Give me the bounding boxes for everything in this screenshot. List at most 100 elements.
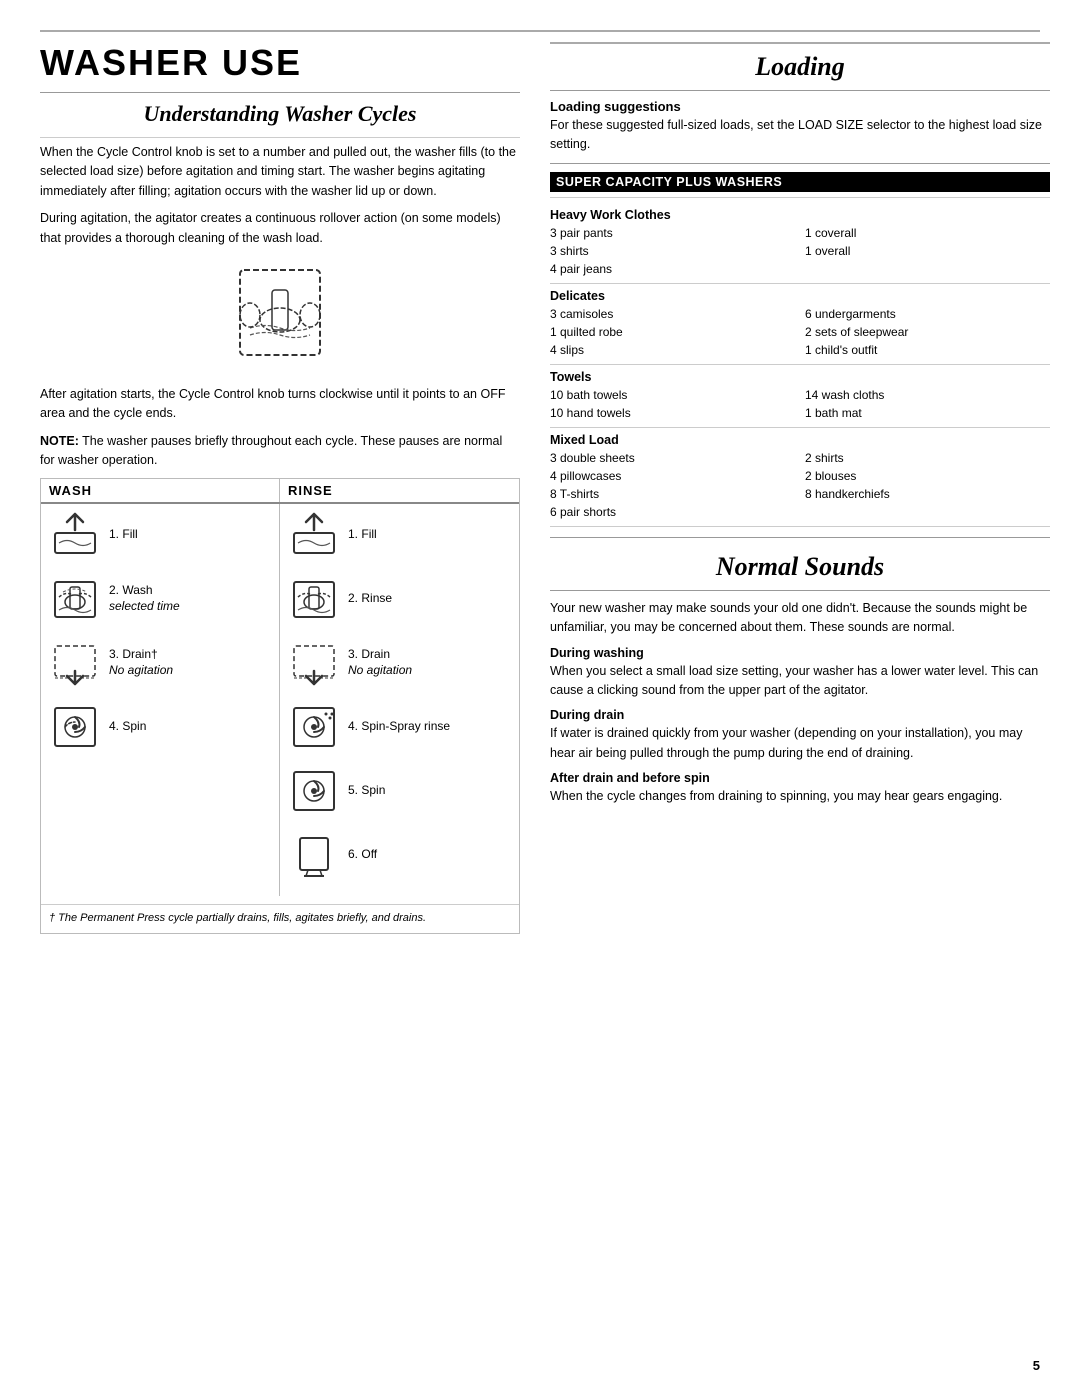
after-drain-section: After drain and before spin When the cyc… — [550, 771, 1050, 806]
mixed-col1: 3 double sheets 4 pillowcases 8 T-shirts… — [550, 449, 795, 521]
washer-diagram — [40, 260, 520, 373]
delicates-item-2: 1 quilted robe — [550, 323, 795, 341]
rinse-fill-icon — [288, 508, 340, 560]
normal-sounds-section: Normal Sounds Your new washer may make s… — [550, 552, 1050, 807]
heavy-item-2: 3 shirts — [550, 242, 795, 260]
after-drain-label: After drain and before spin — [550, 771, 1050, 785]
wash-step-2-label: 2. Washselected time — [109, 582, 180, 616]
mixed-item-4: 6 pair shorts — [550, 503, 795, 521]
rinse-step-5: 5. Spin — [288, 764, 511, 816]
loading-suggestions-text: For these suggested full-sized loads, se… — [550, 116, 1050, 155]
wash-step-4: 4. Spin — [49, 700, 271, 752]
wash-step-3-label: 3. Drain†No agitation — [109, 646, 173, 680]
towels-item-4: 1 bath mat — [805, 404, 1050, 422]
towels-item-1: 10 bath towels — [550, 386, 795, 404]
note-bold: NOTE: — [40, 434, 79, 448]
washer-diagram-svg — [215, 260, 345, 370]
footnote-area: † The Permanent Press cycle partially dr… — [41, 904, 519, 932]
delicates-item-1: 3 camisoles — [550, 305, 795, 323]
delicates-title: Delicates — [550, 289, 1050, 303]
loading-title: Loading — [550, 52, 1050, 82]
delicates-item-4: 6 undergarments — [805, 305, 1050, 323]
rinse-step-1-label: 1. Fill — [348, 526, 377, 543]
rinse-step-2-label: 2. Rinse — [348, 590, 392, 607]
heavy-item-3: 4 pair jeans — [550, 260, 795, 278]
rinse-step-4: 4. Spin-Spray rinse — [288, 700, 511, 752]
wash-fill-icon — [49, 508, 101, 560]
rinse-off-icon — [288, 828, 340, 880]
cycle-header-row: WASH RINSE — [41, 479, 519, 504]
wash-step-3: 3. Drain†No agitation — [49, 636, 271, 688]
load-section-towels: Towels 10 bath towels 10 hand towels 14 … — [550, 365, 1050, 428]
delicates-item-5: 2 sets of sleepwear — [805, 323, 1050, 341]
rinse-step-6-label: 6. Off — [348, 846, 377, 863]
mixed-col2: 2 shirts 2 blouses 8 handkerchiefs — [805, 449, 1050, 521]
heavy-work-title: Heavy Work Clothes — [550, 208, 1050, 222]
right-column: Loading Loading suggestions For these su… — [550, 42, 1050, 934]
rinse-step-2: 2. Rinse — [288, 572, 511, 624]
main-title: WASHER USE — [40, 42, 520, 84]
mixed-load-items: 3 double sheets 4 pillowcases 8 T-shirts… — [550, 449, 1050, 521]
rinse-step-3-label: 3. DrainNo agitation — [348, 646, 412, 680]
mixed-item-2: 4 pillowcases — [550, 467, 795, 485]
rinse-step-6: 6. Off — [288, 828, 511, 880]
wash-spin-icon — [49, 700, 101, 752]
normal-sounds-intro: Your new washer may make sounds your old… — [550, 599, 1050, 638]
wash-steps-col: 1. Fill — [41, 504, 280, 896]
rinse-spin-spray-icon — [288, 700, 340, 752]
during-drain-section: During drain If water is drained quickly… — [550, 708, 1050, 763]
heavy-item-5: 1 overall — [805, 242, 1050, 260]
rinse-step-1: 1. Fill — [288, 508, 511, 560]
mixed-item-1: 3 double sheets — [550, 449, 795, 467]
body-paragraph-1: When the Cycle Control knob is set to a … — [40, 143, 520, 201]
rinse-spin-icon — [288, 764, 340, 816]
mixed-item-7: 8 handkerchiefs — [805, 485, 1050, 503]
mixed-item-3: 8 T-shirts — [550, 485, 795, 503]
rinse-rinse-icon — [288, 572, 340, 624]
wash-step-4-label: 4. Spin — [109, 718, 146, 735]
load-section-mixed: Mixed Load 3 double sheets 4 pillowcases… — [550, 428, 1050, 527]
body-paragraph-2: During agitation, the agitator creates a… — [40, 209, 520, 248]
heavy-work-col1: 3 pair pants 3 shirts 4 pair jeans — [550, 224, 795, 278]
towels-col1: 10 bath towels 10 hand towels — [550, 386, 795, 422]
towels-item-2: 10 hand towels — [550, 404, 795, 422]
section-subtitle: Understanding Washer Cycles — [40, 101, 520, 127]
towels-col2: 14 wash cloths 1 bath mat — [805, 386, 1050, 422]
towels-items: 10 bath towels 10 hand towels 14 wash cl… — [550, 386, 1050, 422]
delicates-col2: 6 undergarments 2 sets of sleepwear 1 ch… — [805, 305, 1050, 359]
heavy-item-1: 3 pair pants — [550, 224, 795, 242]
footnote-text: † The Permanent Press cycle partially dr… — [49, 911, 511, 926]
after-agitation-text: After agitation starts, the Cycle Contro… — [40, 385, 520, 424]
rinse-drain-icon — [288, 636, 340, 688]
delicates-item-3: 4 slips — [550, 341, 795, 359]
wash-header: WASH — [41, 479, 280, 502]
after-drain-text: When the cycle changes from draining to … — [550, 787, 1050, 806]
wash-step-2: 2. Washselected time — [49, 572, 271, 624]
wash-step-1-label: 1. Fill — [109, 526, 138, 543]
mixed-item-6: 2 blouses — [805, 467, 1050, 485]
during-washing-text: When you select a small load size settin… — [550, 662, 1050, 701]
load-section-heavy: Heavy Work Clothes 3 pair pants 3 shirts… — [550, 203, 1050, 284]
rinse-header: RINSE — [280, 479, 519, 502]
during-washing-label: During washing — [550, 646, 1050, 660]
mixed-load-title: Mixed Load — [550, 433, 1050, 447]
mixed-item-5: 2 shirts — [805, 449, 1050, 467]
rinse-steps-col: 1. Fill — [280, 504, 519, 896]
heavy-work-items: 3 pair pants 3 shirts 4 pair jeans 1 cov… — [550, 224, 1050, 278]
load-section-delicates: Delicates 3 camisoles 1 quilted robe 4 s… — [550, 284, 1050, 365]
rinse-step-3: 3. DrainNo agitation — [288, 636, 511, 688]
rinse-step-4-label: 4. Spin-Spray rinse — [348, 718, 450, 735]
towels-item-3: 14 wash cloths — [805, 386, 1050, 404]
towels-title: Towels — [550, 370, 1050, 384]
during-drain-text: If water is drained quickly from your wa… — [550, 724, 1050, 763]
heavy-work-col2: 1 coverall 1 overall — [805, 224, 1050, 278]
during-drain-label: During drain — [550, 708, 1050, 722]
cycle-body: 1. Fill — [41, 504, 519, 896]
note-text: NOTE: The washer pauses briefly througho… — [40, 432, 520, 471]
loading-suggestions-label: Loading suggestions — [550, 99, 1050, 114]
left-column: WASHER USE Understanding Washer Cycles W… — [40, 42, 520, 934]
cycle-table: WASH RINSE 1. Fill — [40, 478, 520, 933]
rinse-step-5-label: 5. Spin — [348, 782, 385, 799]
wash-drain-icon — [49, 636, 101, 688]
heavy-item-4: 1 coverall — [805, 224, 1050, 242]
